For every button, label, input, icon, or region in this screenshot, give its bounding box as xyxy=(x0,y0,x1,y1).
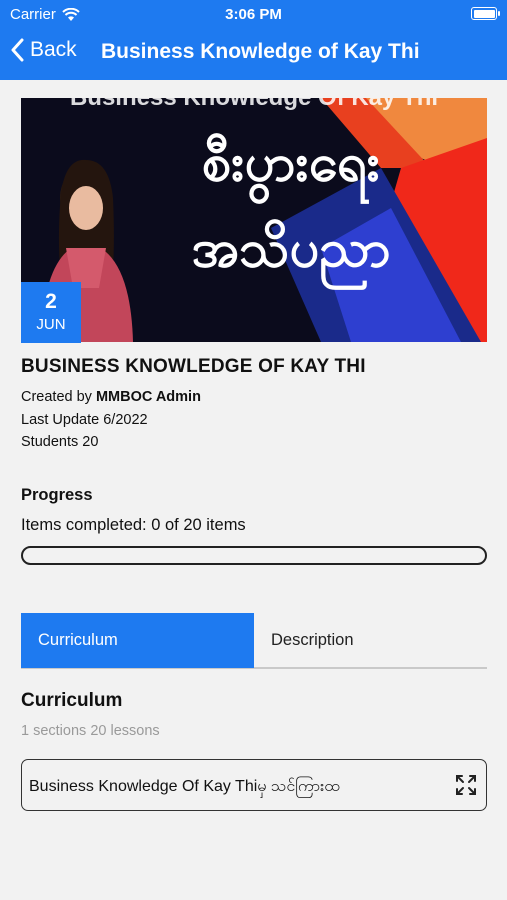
tab-description[interactable]: Description xyxy=(254,613,487,668)
items-completed-text: Items completed: 0 of 20 items xyxy=(21,516,246,534)
back-button[interactable]: Back xyxy=(10,38,77,62)
status-time: 3:06 PM xyxy=(225,6,282,23)
students-count-text: Students 20 xyxy=(21,434,99,450)
created-by-author: MMBOC Admin xyxy=(95,389,201,405)
chevron-left-icon xyxy=(11,38,24,62)
course-banner-image: Business Knowledge Of Kay Thi စီးပွားရေး… xyxy=(21,98,487,342)
content-tabs: Curriculum Description xyxy=(21,613,487,669)
banner-title-line-1: စီးပွားရေး xyxy=(202,133,380,193)
date-badge: 2 JUN xyxy=(21,282,81,343)
page-title: Business Knowledge of Kay Thi xyxy=(101,40,420,63)
top-bar: Carrier 3:06 PM Back Business Knowledge … xyxy=(0,0,507,80)
navigation-bar: Back Business Knowledge of Kay Thi xyxy=(0,34,507,72)
date-day: 2 xyxy=(45,290,57,313)
banner-overline-text: Business Knowledge Of Kay Thi xyxy=(21,98,487,112)
section-title: Business Knowledge Of Kay Thiမှ သင်ကြားထ xyxy=(29,778,340,795)
banner-title-line-2: အသိပညာ xyxy=(191,219,391,279)
back-label: Back xyxy=(30,38,77,61)
created-by-label: Created by xyxy=(21,389,92,405)
progress-heading: Progress xyxy=(21,486,93,504)
date-month: JUN xyxy=(36,316,66,333)
tab-curriculum[interactable]: Curriculum xyxy=(21,613,254,668)
curriculum-section-item[interactable]: Business Knowledge Of Kay Thiမှ သင်ကြားထ xyxy=(21,759,487,811)
created-by-line: Created by MMBOC Admin xyxy=(21,389,201,405)
curriculum-summary: 1 sections 20 lessons xyxy=(21,723,160,739)
progress-bar xyxy=(21,546,487,565)
battery-icon xyxy=(471,7,500,20)
curriculum-heading: Curriculum xyxy=(21,690,123,711)
last-update-text: Last Update 6/2022 xyxy=(21,412,148,428)
expand-icon[interactable] xyxy=(454,773,478,797)
course-title: BUSINESS KNOWLEDGE OF KAY THI xyxy=(21,356,366,377)
status-bar: Carrier 3:06 PM xyxy=(0,0,507,28)
